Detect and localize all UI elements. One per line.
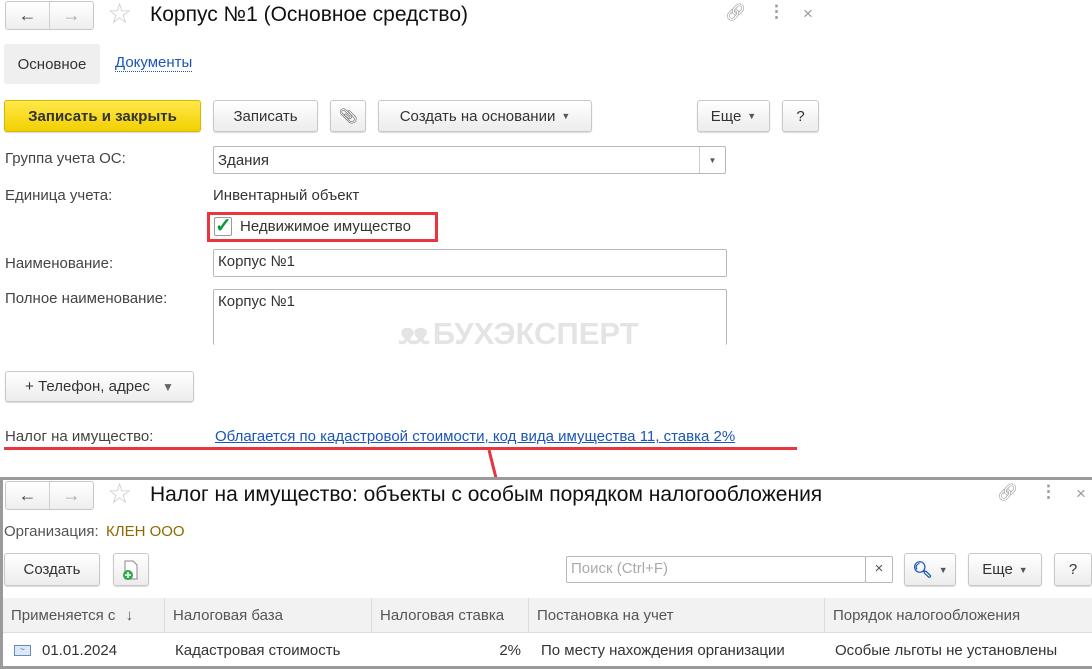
column-header-tax-base[interactable]: Налоговая база — [165, 598, 372, 633]
sub-nav-buttons: ← → — [5, 481, 94, 510]
favorite-star-icon[interactable]: ☆ — [107, 0, 132, 28]
group-value: Здания — [218, 151, 269, 169]
search-button[interactable]: 🔍︎ ▼ — [904, 553, 956, 586]
close-icon[interactable]: × — [1076, 484, 1086, 504]
tab-main[interactable]: Основное — [4, 44, 100, 84]
unit-value: Инвентарный объект — [213, 187, 360, 204]
link-icon[interactable]: 🔗︎ — [725, 3, 747, 23]
save-button[interactable]: Записать — [213, 100, 318, 132]
dropdown-arrow-icon[interactable]: ▼ — [699, 147, 725, 173]
save-and-close-button[interactable]: Записать и закрыть — [4, 100, 201, 132]
realty-checkbox[interactable]: ✓ — [214, 216, 232, 236]
paperclip-icon: 📎︎ — [338, 108, 358, 125]
tax-label: Налог на имущество: — [5, 428, 154, 445]
cell-tax-base: Кадастровая стоимость — [175, 642, 341, 659]
sub-more-button[interactable]: Еще ▼ — [968, 553, 1042, 586]
sub-help-button[interactable]: ? — [1054, 553, 1092, 586]
fullname-label: Полное наименование: — [5, 290, 168, 307]
cell-taxation-order: Особые льготы не установлены — [835, 642, 1058, 659]
more-dots-icon[interactable]: ⋮ — [768, 2, 785, 22]
phone-address-button[interactable]: + Телефон, адрес ▼ — [5, 371, 194, 402]
connector-line — [487, 449, 498, 479]
more-dots-icon[interactable]: ⋮ — [1040, 482, 1057, 502]
name-input[interactable]: Корпус №1 — [213, 249, 727, 277]
watermark-logo: ᴥᴥ БУХЭКСПЕРТ — [398, 316, 639, 351]
org-label: Организация: — [4, 523, 99, 540]
realty-label: Недвижимое имущество — [240, 218, 411, 235]
highlight-underline — [4, 447, 797, 450]
column-header-tax-rate[interactable]: Налоговая ставка — [372, 598, 529, 633]
create-button[interactable]: Создать — [4, 553, 100, 586]
search-clear-button[interactable]: × — [865, 556, 893, 583]
attach-button[interactable]: 📎︎ — [330, 100, 366, 132]
org-value[interactable]: КЛЕН ООО — [106, 523, 185, 540]
more-label: Еще — [710, 107, 742, 125]
close-icon[interactable]: × — [803, 4, 813, 24]
tax-link[interactable]: Облагается по кадастровой стоимости, код… — [215, 428, 735, 445]
column-header-taxation-order[interactable]: Порядок налогообложения — [825, 598, 1092, 633]
name-label: Наименование: — [5, 255, 114, 272]
help-button[interactable]: ? — [782, 100, 819, 132]
sub-window-title: Налог на имущество: объекты с особым пор… — [150, 483, 823, 506]
search-input[interactable]: Поиск (Ctrl+F) — [566, 556, 866, 583]
cell-registration: По месту нахождения организации — [541, 642, 785, 659]
cell-tax-rate: 2% — [499, 642, 521, 659]
create-copy-button[interactable] — [113, 553, 149, 586]
column-header-registration[interactable]: Постановка на учет — [529, 598, 825, 633]
back-button[interactable]: ← — [6, 2, 50, 29]
more-button[interactable]: Еще ▼ — [697, 100, 770, 132]
magnifier-icon: 🔍︎ — [912, 561, 933, 579]
link-icon[interactable]: 🔗︎ — [997, 483, 1019, 503]
more-label: Еще — [982, 561, 1013, 578]
new-document-icon — [123, 560, 138, 580]
group-label: Группа учета ОС: — [5, 150, 126, 167]
cell-date: 01.01.2024 — [42, 642, 118, 659]
back-button[interactable]: ← — [6, 482, 50, 509]
sort-down-icon: ↓ — [125, 607, 134, 624]
dropdown-arrow-icon: ▼ — [938, 564, 948, 575]
dropdown-arrow-icon: ▼ — [161, 379, 174, 394]
create-based-label: Создать на основании — [399, 107, 556, 125]
record-icon: ~ — [14, 645, 31, 656]
forward-button[interactable]: → — [50, 2, 93, 29]
phone-address-label: + Телефон, адрес — [25, 378, 150, 395]
dropdown-arrow-icon: ▼ — [747, 111, 757, 121]
nav-buttons: ← → — [5, 1, 94, 30]
forward-button[interactable]: → — [50, 482, 93, 509]
create-based-on-button[interactable]: Создать на основании ▼ — [378, 100, 592, 132]
group-select[interactable]: Здания ▼ — [213, 146, 726, 174]
column-header-applies-from[interactable]: Применяется с ↓ — [3, 598, 165, 633]
dropdown-arrow-icon: ▼ — [561, 111, 571, 121]
tab-documents[interactable]: Документы — [115, 54, 193, 72]
page-title: Корпус №1 (Основное средство) — [150, 3, 469, 26]
dropdown-arrow-icon: ▼ — [1018, 564, 1028, 575]
unit-label: Единица учета: — [5, 187, 113, 204]
favorite-star-icon[interactable]: ☆ — [107, 480, 132, 508]
